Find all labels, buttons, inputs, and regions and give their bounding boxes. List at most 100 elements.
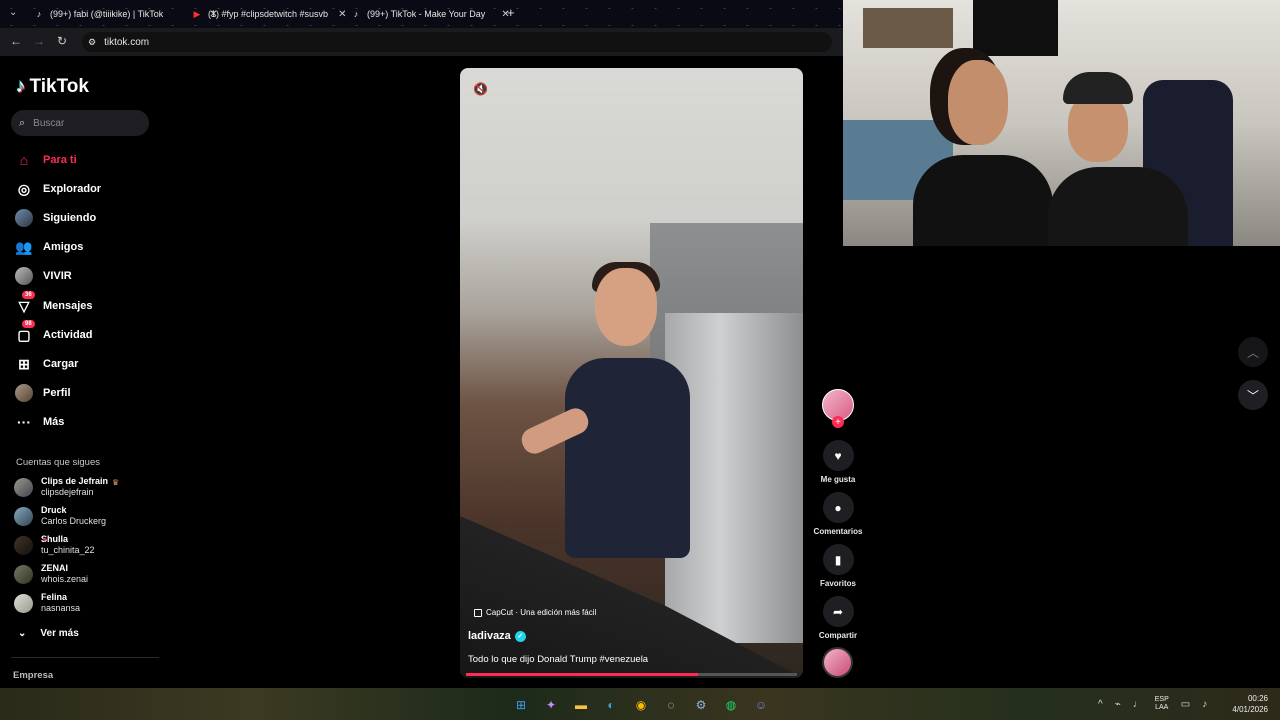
activity-badge: 98 — [22, 320, 35, 328]
favorites-label: Favoritos — [819, 579, 856, 588]
network-icon[interactable]: ⌁ — [1115, 699, 1121, 710]
nav-label: Actividad — [43, 329, 93, 341]
edge-icon[interactable]: ◐ — [601, 695, 621, 715]
favorites-button[interactable]: ▮ Favoritos — [810, 544, 866, 588]
windows-start-icon[interactable]: ⊞ — [511, 695, 531, 715]
tab-tiktok-home[interactable]: ♪ (99+) TikTok - Make Your Day ✕ — [345, 4, 516, 24]
nav-label: Amigos — [43, 241, 84, 253]
comments-label: Comentarios — [813, 527, 863, 536]
home-icon: ⌂ — [19, 152, 29, 168]
new-tab-button[interactable]: + — [507, 5, 515, 20]
account-name: Clips de Jefrain — [41, 476, 109, 486]
video-description: Todo lo que dijo Donald Trump #venezuela — [468, 654, 649, 665]
account-handle: tu_chinita_22 — [41, 545, 95, 555]
nav-label: Más — [43, 416, 65, 428]
chevron-down-icon: ⌄ — [18, 628, 27, 639]
nav-item-mas[interactable]: ··· Más — [15, 413, 64, 431]
friends-icon: 👥 — [15, 238, 33, 255]
comments-button[interactable]: ● Comentarios — [810, 492, 866, 536]
capcut-icon — [474, 608, 482, 617]
volume-icon[interactable]: ♪ — [1202, 699, 1207, 710]
account-name: ZENAI — [41, 563, 68, 573]
tab-youtube[interactable]: ▶ (1) #fyp #clipsdetwitch #susvb ✕ — [186, 4, 352, 24]
following-account[interactable]: Shulla tu_chinita_22 ♥ — [14, 534, 95, 556]
avatar — [14, 506, 33, 526]
nav-item-actividad[interactable]: ▢ 98 Actividad — [15, 320, 93, 344]
steam-icon[interactable]: ⚙ — [691, 695, 711, 715]
file-explorer-icon[interactable]: ▬ — [571, 695, 591, 715]
nav-item-amigos[interactable]: 👥 Amigos — [15, 238, 83, 256]
share-button[interactable]: ➦ Compartir — [810, 596, 866, 640]
chevron-down-icon: ﹀ — [1246, 388, 1259, 403]
tiktok-sidebar: ♪ TikTok ⌕ Buscar ⌂ Para ti ◎ Explorador… — [0, 56, 160, 688]
nav-item-mensajes[interactable]: ▽ 36 Mensajes — [15, 291, 93, 315]
heart-icon: ♥ — [822, 440, 854, 471]
discord-icon[interactable]: ☺ — [751, 695, 771, 715]
tiktok-logo[interactable]: ♪ TikTok — [16, 76, 89, 98]
previous-video-button[interactable]: ︿ — [1238, 337, 1268, 367]
avatar — [14, 564, 33, 584]
site-info-icon[interactable]: ⚙ — [88, 37, 96, 48]
account-name: Felina — [41, 592, 68, 602]
video-player[interactable]: 🔇 CapCut · Una edición más fácil ladivaz… — [460, 68, 803, 678]
spotify-icon[interactable]: ◍ — [721, 695, 741, 715]
follow-plus-button[interactable]: + — [832, 416, 844, 428]
nav-item-para-ti[interactable]: ⌂ Para ti — [15, 151, 77, 169]
mute-icon[interactable]: 🔇 — [473, 82, 488, 96]
like-button[interactable]: ♥ Me gusta — [810, 440, 866, 484]
tray-chevron-up-icon[interactable]: ^ — [1098, 699, 1103, 710]
obs-icon[interactable]: ◌ — [661, 695, 681, 715]
reload-icon[interactable]: ↻ — [57, 34, 67, 48]
display-icon[interactable]: ▭ — [1181, 699, 1190, 710]
nav-label: Siguiendo — [43, 212, 97, 224]
verified-icon: ✓ — [514, 630, 526, 642]
following-account[interactable]: ZENAI whois.zenai — [14, 563, 88, 585]
back-arrow-icon[interactable]: ← — [10, 34, 22, 48]
language-top: ESP — [1154, 696, 1169, 703]
logo-text: TikTok — [29, 76, 89, 97]
clock-time: 00:26 — [1247, 694, 1268, 703]
next-video-button[interactable]: ﹀ — [1238, 380, 1268, 410]
avatar — [14, 477, 33, 497]
language-indicator[interactable]: ESP LAA — [1155, 696, 1169, 712]
search-placeholder: Buscar — [33, 117, 65, 129]
tab-search-chevron-icon[interactable]: ⌄ — [9, 7, 17, 18]
video-author[interactable]: ladivaza ✓ — [468, 630, 526, 642]
nav-item-siguiendo[interactable]: Siguiendo — [15, 209, 96, 227]
nav-item-explorador[interactable]: ◎ Explorador — [15, 180, 101, 198]
following-section-title: Cuentas que sigues — [16, 457, 100, 468]
copilot-icon[interactable]: ✦ — [541, 695, 561, 715]
nav-item-cargar[interactable]: ⊞ Cargar — [15, 355, 78, 373]
profile-avatar-icon — [15, 384, 33, 402]
search-input[interactable]: ⌕ Buscar — [11, 110, 149, 136]
compass-icon: ◎ — [17, 180, 31, 197]
nav-label: Perfil — [43, 387, 71, 399]
video-progress-bar[interactable] — [466, 673, 797, 676]
chrome-icon[interactable]: ◉ — [631, 695, 651, 715]
see-more-button[interactable]: ⌄ Ver más — [18, 628, 79, 639]
footer-link-empresa[interactable]: Empresa — [13, 670, 53, 681]
nav-item-perfil[interactable]: Perfil — [15, 384, 71, 402]
following-account[interactable]: Felina nasnansa — [14, 592, 80, 614]
capcut-tag[interactable]: CapCut · Una edición más fácil — [474, 608, 596, 617]
music-disc[interactable] — [822, 647, 853, 678]
tiktok-note-icon: ♪ — [16, 76, 26, 97]
windows-taskbar: ⊞ ✦ ▬ ◐ ◉ ◌ ⚙ ◍ ☺ ^ ⌁ ♩ ESP LAA ▭ ♪ 00:2… — [0, 688, 1280, 720]
following-account[interactable]: Clips de Jefrain clipsdejefrain ♛ — [14, 476, 119, 498]
url-field[interactable]: ⚙ tiktok.com — [82, 32, 832, 52]
forward-arrow-icon[interactable]: → — [33, 34, 45, 48]
webcam-overlay — [843, 0, 1280, 246]
activity-icon: ▢ 98 — [15, 320, 35, 344]
youtube-icon: ▶ — [193, 8, 201, 19]
nav-item-vivir[interactable]: VIVIR — [15, 267, 72, 285]
microphone-icon[interactable]: ♩ — [1133, 699, 1143, 710]
nav-label: Cargar — [43, 358, 79, 370]
heart-icon: ♥ — [42, 536, 47, 544]
share-label: Compartir — [818, 631, 858, 640]
tab-title: (99+) TikTok - Make Your Day — [367, 9, 486, 19]
following-account[interactable]: Druck Carlos Druckerg — [14, 505, 106, 527]
taskbar-clock[interactable]: 00:26 4/01/2026 — [1228, 693, 1268, 715]
live-icon — [15, 267, 33, 285]
messages-icon: ▽ 36 — [15, 291, 35, 315]
video-progress-fill — [466, 673, 698, 676]
